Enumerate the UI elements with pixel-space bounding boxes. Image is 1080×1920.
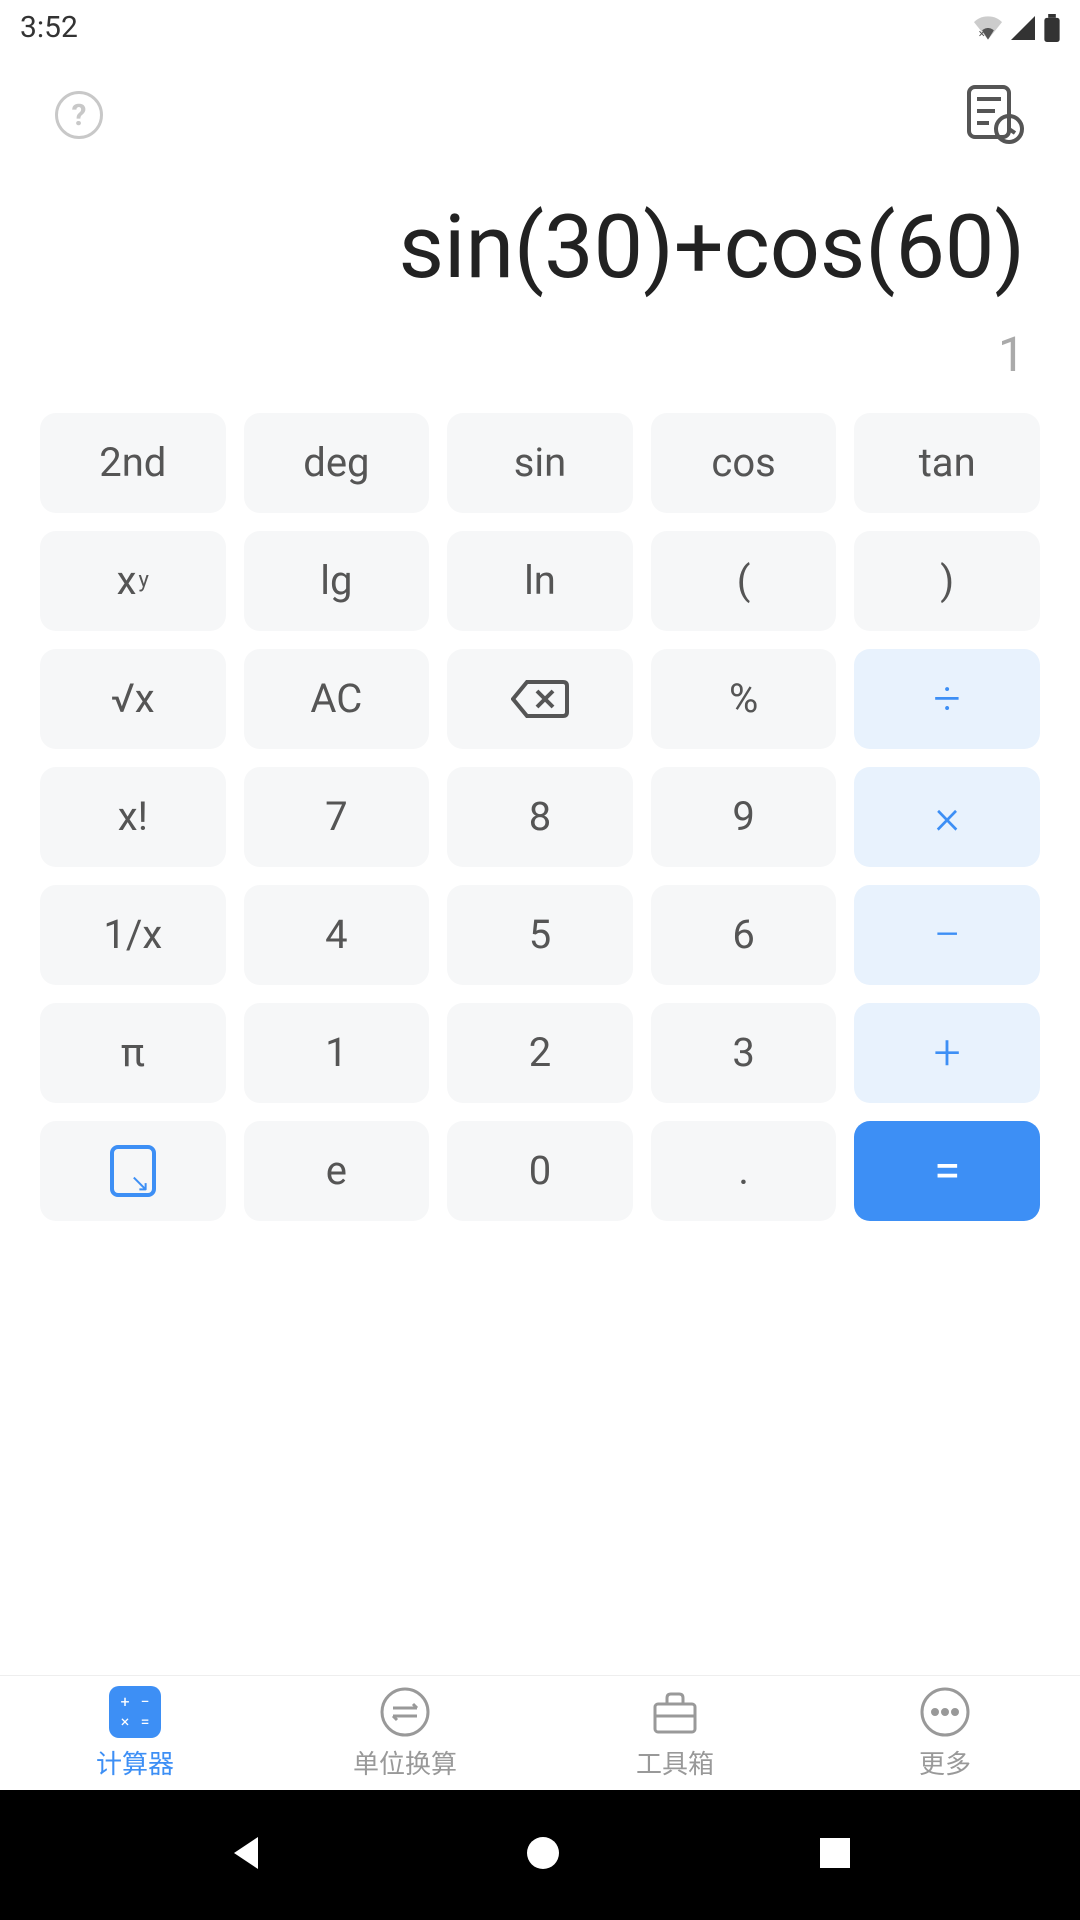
bottom-nav: +−×= 计算器 单位换算 工具箱 更多 — [0, 1675, 1080, 1790]
key-equals[interactable]: = — [854, 1121, 1040, 1221]
wifi-off-icon: × — [974, 16, 1002, 40]
back-button[interactable] — [228, 1833, 268, 1877]
key-2nd[interactable]: 2nd — [40, 413, 226, 513]
nav-more-label: 更多 — [919, 1744, 971, 1781]
expression: sin(30)+cos(60) — [55, 195, 1025, 301]
key-lg[interactable]: lg — [244, 531, 430, 631]
home-button[interactable] — [525, 1835, 561, 1875]
battery-icon — [1044, 14, 1060, 42]
recent-button[interactable] — [818, 1836, 852, 1874]
key-power[interactable]: xy — [40, 531, 226, 631]
more-icon — [919, 1686, 971, 1738]
key-dot[interactable]: . — [651, 1121, 837, 1221]
nav-unit-label: 单位换算 — [353, 1744, 457, 1781]
key-add[interactable]: + — [854, 1003, 1040, 1103]
key-0[interactable]: 0 — [447, 1121, 633, 1221]
nav-unit[interactable]: 单位换算 — [270, 1676, 540, 1790]
history-icon[interactable] — [961, 81, 1025, 149]
key-e[interactable]: e — [244, 1121, 430, 1221]
svg-text:×: × — [979, 26, 985, 40]
status-time: 3:52 — [20, 10, 78, 45]
top-bar: ? — [0, 55, 1080, 175]
key-2[interactable]: 2 — [447, 1003, 633, 1103]
key-9[interactable]: 9 — [651, 767, 837, 867]
nav-tools-label: 工具箱 — [636, 1744, 714, 1781]
key-5[interactable]: 5 — [447, 885, 633, 985]
key-3[interactable]: 3 — [651, 1003, 837, 1103]
keypad: 2nd deg sin cos tan xy lg ln ( ) √x AC %… — [0, 413, 1080, 1221]
display: sin(30)+cos(60) 1 — [0, 175, 1080, 413]
key-6[interactable]: 6 — [651, 885, 837, 985]
result: 1 — [55, 326, 1025, 383]
collapse-icon — [110, 1145, 156, 1197]
help-icon[interactable]: ? — [55, 91, 103, 139]
toolbox-icon — [649, 1686, 701, 1738]
key-sin[interactable]: sin — [447, 413, 633, 513]
key-percent[interactable]: % — [651, 649, 837, 749]
key-reciprocal[interactable]: 1/x — [40, 885, 226, 985]
key-factorial[interactable]: x! — [40, 767, 226, 867]
backspace-icon — [511, 678, 569, 720]
key-7[interactable]: 7 — [244, 767, 430, 867]
key-sqrt[interactable]: √x — [40, 649, 226, 749]
key-collapse[interactable] — [40, 1121, 226, 1221]
key-pi[interactable]: π — [40, 1003, 226, 1103]
key-4[interactable]: 4 — [244, 885, 430, 985]
key-ln[interactable]: ln — [447, 531, 633, 631]
system-nav — [0, 1790, 1080, 1920]
key-multiply[interactable]: × — [854, 767, 1040, 867]
key-divide[interactable]: ÷ — [854, 649, 1040, 749]
nav-tools[interactable]: 工具箱 — [540, 1676, 810, 1790]
key-tan[interactable]: tan — [854, 413, 1040, 513]
nav-more[interactable]: 更多 — [810, 1676, 1080, 1790]
key-rparen[interactable]: ) — [854, 531, 1040, 631]
key-backspace[interactable] — [447, 649, 633, 749]
key-subtract[interactable]: − — [854, 885, 1040, 985]
key-lparen[interactable]: ( — [651, 531, 837, 631]
status-icons: × — [974, 14, 1060, 42]
unit-convert-icon — [379, 1686, 431, 1738]
calculator-icon: +−×= — [109, 1686, 161, 1738]
key-cos[interactable]: cos — [651, 413, 837, 513]
nav-calculator-label: 计算器 — [96, 1744, 174, 1781]
status-bar: 3:52 × — [0, 0, 1080, 55]
nav-calculator[interactable]: +−×= 计算器 — [0, 1676, 270, 1790]
key-8[interactable]: 8 — [447, 767, 633, 867]
key-ac[interactable]: AC — [244, 649, 430, 749]
key-deg[interactable]: deg — [244, 413, 430, 513]
signal-icon — [1010, 16, 1036, 40]
key-1[interactable]: 1 — [244, 1003, 430, 1103]
